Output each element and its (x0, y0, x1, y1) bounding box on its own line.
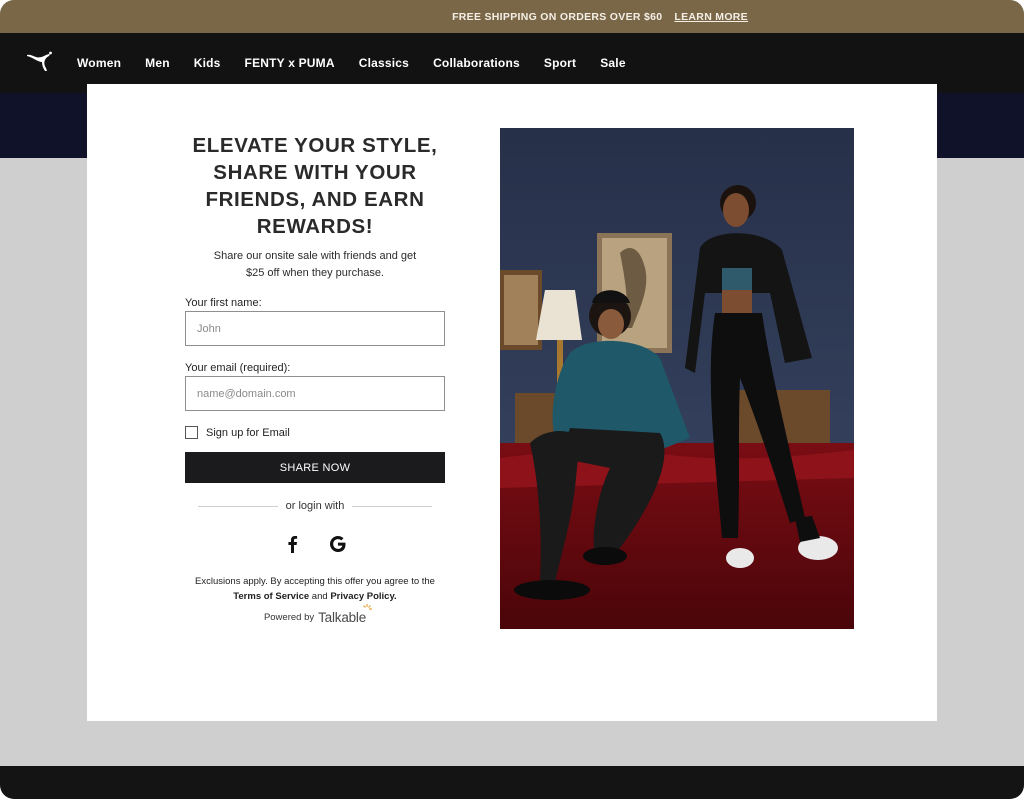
nav-item-sport[interactable]: Sport (544, 56, 576, 70)
facebook-login-button[interactable] (282, 534, 302, 554)
social-login-row (185, 534, 445, 554)
first-name-input[interactable] (185, 311, 445, 346)
learn-more-link[interactable]: LEARN MORE (674, 11, 748, 23)
email-signup-row: Sign up for Email (185, 426, 445, 439)
disclaimer-text: Exclusions apply. By accepting this offe… (195, 576, 435, 587)
google-login-button[interactable] (328, 534, 348, 554)
first-name-label: Your first name: (185, 297, 262, 309)
nav-items: Women Men Kids FENTY x PUMA Classics Col… (77, 56, 650, 70)
nav-item-men[interactable]: Men (145, 56, 170, 70)
login-divider: or login with (185, 500, 445, 512)
disclaimer-and: and (309, 591, 331, 602)
page-frame: FREE SHIPPING ON ORDERS OVER $60 LEARN M… (0, 0, 1024, 799)
nav-item-kids[interactable]: Kids (194, 56, 221, 70)
email-input[interactable] (185, 376, 445, 411)
nav-item-collaborations[interactable]: Collaborations (433, 56, 520, 70)
email-signup-checkbox[interactable] (185, 426, 198, 439)
nav-item-fenty-puma[interactable]: FENTY x PUMA (245, 56, 335, 70)
facebook-icon (288, 536, 298, 553)
nav-item-classics[interactable]: Classics (359, 56, 409, 70)
spark-icon (363, 604, 373, 610)
nav-item-sale[interactable]: Sale (600, 56, 626, 70)
terms-link[interactable]: Terms of Service (233, 591, 309, 602)
modal-headline: ELEVATE YOUR STYLE, SHARE WITH YOUR FRIE… (192, 134, 438, 238)
puma-logo-icon[interactable] (25, 50, 53, 74)
divider-line-right (352, 505, 433, 507)
promo-text: FREE SHIPPING ON ORDERS OVER $60 (452, 10, 663, 23)
powered-by: Powered by Talkable (185, 604, 445, 625)
referral-form: ELEVATE YOUR STYLE, SHARE WITH YOUR FRIE… (185, 132, 445, 625)
nav-item-women[interactable]: Women (77, 56, 121, 70)
referral-modal: ELEVATE YOUR STYLE, SHARE WITH YOUR FRIE… (87, 84, 937, 721)
campaign-photo (500, 128, 854, 629)
talkable-logo: Talkable (318, 604, 373, 625)
footer-bar (0, 766, 1024, 799)
promo-bar: FREE SHIPPING ON ORDERS OVER $60 LEARN M… (0, 0, 1024, 33)
modal-subtext: Share our onsite sale with friends and g… (213, 250, 417, 279)
privacy-link[interactable]: Privacy Policy. (330, 591, 396, 602)
share-now-button[interactable]: SHARE NOW (185, 452, 445, 483)
email-label: Your email (required): (185, 362, 291, 374)
disclaimer: Exclusions apply. By accepting this offe… (185, 574, 445, 604)
talkable-logo-text: Talkable (318, 610, 367, 625)
divider-line-left (198, 505, 278, 507)
powered-by-text: Powered by (263, 612, 315, 623)
email-signup-label[interactable]: Sign up for Email (206, 427, 290, 439)
google-icon (330, 536, 346, 552)
login-divider-text: or login with (285, 500, 345, 512)
